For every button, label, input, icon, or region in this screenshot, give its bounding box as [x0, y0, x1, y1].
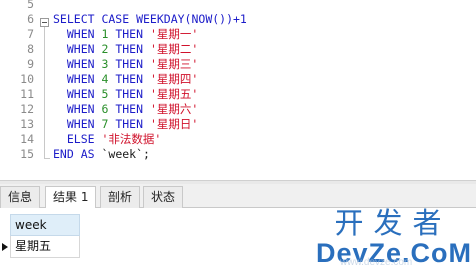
code-token: WHEN [53, 57, 102, 71]
column-header-week[interactable]: week [10, 214, 80, 236]
code-token: '星期三' [149, 57, 199, 71]
code-text: WHEN 2 THEN '星期二' [53, 42, 198, 57]
code-text: WHEN 5 THEN '星期五' [53, 87, 198, 102]
code-token: WHEN [53, 87, 102, 101]
code-token: '星期四' [149, 72, 199, 86]
fold-toggle-icon[interactable] [40, 18, 49, 27]
line-number: 9 [27, 57, 34, 71]
code-text: SELECT CASE WEEKDAY(NOW())+1 [53, 12, 247, 27]
line-number: 15 [20, 147, 34, 161]
line-number: 8 [27, 42, 34, 56]
code-line[interactable]: 5 [0, 0, 476, 12]
code-line[interactable]: 11 WHEN 5 THEN '星期五' [0, 87, 476, 102]
tab-result-1[interactable]: 结果 1 [45, 186, 97, 209]
watermark-url: www.devze.com [340, 257, 413, 268]
code-text: WHEN 4 THEN '星期四' [53, 72, 198, 87]
code-token: THEN [108, 117, 150, 131]
code-line[interactable]: 6 SELECT CASE WEEKDAY(NOW())+1 [0, 12, 476, 27]
code-token: THEN [108, 42, 150, 56]
code-line[interactable]: 9 WHEN 3 THEN '星期三' [0, 57, 476, 72]
result-tab-bar: 信息 结果 1 剖析 状态 [0, 184, 476, 209]
code-token: WHEN [53, 42, 102, 56]
line-number: 6 [27, 12, 34, 26]
code-token: THEN [108, 87, 150, 101]
code-line[interactable]: 12 WHEN 6 THEN '星期六' [0, 102, 476, 117]
code-line[interactable]: 8 WHEN 2 THEN '星期二' [0, 42, 476, 57]
current-row-indicator-icon [2, 243, 8, 251]
code-token: '非法数据' [101, 132, 162, 146]
tab-profile[interactable]: 剖析 [100, 186, 141, 208]
code-token: '星期日' [149, 117, 199, 131]
code-token: THEN [108, 57, 150, 71]
line-number: 7 [27, 27, 34, 41]
code-token: END AS [53, 147, 102, 161]
code-token: `week`; [101, 147, 150, 161]
code-line[interactable]: 13 WHEN 7 THEN '星期日' [0, 117, 476, 132]
code-token: '星期五' [149, 87, 199, 101]
code-token: WHEN [53, 102, 102, 116]
code-text: WHEN 1 THEN '星期一' [53, 27, 198, 42]
code-token: '星期六' [149, 102, 199, 116]
code-text: WHEN 6 THEN '星期六' [53, 102, 198, 117]
code-token: WHEN [53, 72, 102, 86]
line-number: 14 [20, 132, 34, 146]
code-token: ELSE [53, 132, 102, 146]
fold-guide [44, 22, 45, 158]
code-token: '星期一' [149, 27, 199, 41]
table-cell[interactable]: 星期五 [10, 236, 80, 258]
tab-info[interactable]: 信息 [0, 186, 41, 208]
code-line[interactable]: 15 END AS `week`; [0, 147, 476, 162]
code-token: '星期二' [149, 42, 199, 56]
code-line[interactable]: 14 ELSE '非法数据' [0, 132, 476, 147]
code-line[interactable]: 10 WHEN 4 THEN '星期四' [0, 72, 476, 87]
code-line[interactable]: 7 WHEN 1 THEN '星期一' [0, 27, 476, 42]
code-token: THEN [108, 102, 150, 116]
line-number: 10 [20, 72, 34, 86]
fold-end-marker [44, 158, 50, 159]
line-number: 5 [27, 0, 34, 11]
line-number: 12 [20, 102, 34, 116]
code-text: WHEN 3 THEN '星期三' [53, 57, 198, 72]
line-number: 11 [20, 87, 34, 101]
code-token: THEN [108, 27, 150, 41]
code-token: WHEN [53, 27, 102, 41]
sql-editor[interactable]: 5 6 SELECT CASE WEEKDAY(NOW())+1 7 WHEN 1 T… [0, 0, 476, 180]
code-text: WHEN 7 THEN '星期日' [53, 117, 198, 132]
code-text: END AS `week`; [53, 147, 150, 162]
code-token: WHEN [53, 117, 102, 131]
code-text: ELSE '非法数据' [53, 132, 161, 147]
tab-status[interactable]: 状态 [143, 186, 184, 208]
code-token: THEN [108, 72, 150, 86]
code-token: SELECT CASE WEEKDAY(NOW())+1 [53, 12, 247, 26]
line-number: 13 [20, 117, 34, 131]
watermark-logo-top: 开发者 [334, 206, 452, 240]
